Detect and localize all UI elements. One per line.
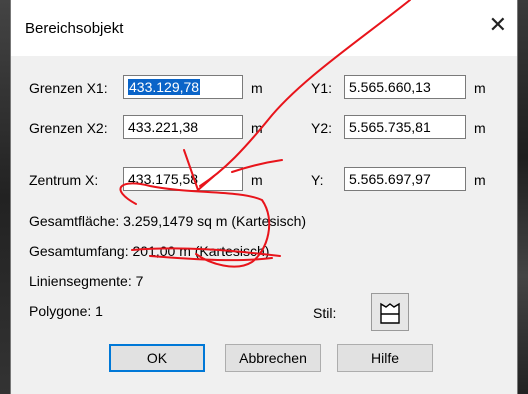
perimeter-line: Gesamtumfang: 201,00 m (Kartesisch) [29,243,269,259]
polygons-label: Polygone: [29,303,92,319]
center-x-input[interactable]: 433.175,58 [123,167,243,191]
center-y-unit: m [474,172,486,188]
region-object-dialog: Bereichsobjekt ✕ Grenzen X1: 433.129,78 … [10,0,518,394]
center-x-label: Zentrum X: [29,172,99,188]
bounds-y1-label: Y1: [311,80,333,96]
bounds-y1-input[interactable]: 5.565.660,13 [344,75,466,99]
bounds-x1-value: 433.129,78 [128,79,201,95]
center-y-input[interactable]: 5.565.697,97 [344,167,466,191]
segments-value: 7 [135,273,144,289]
style-button[interactable] [371,293,409,331]
bounds-x1-unit: m [251,80,263,96]
area-line: Gesamtfläche: 3.259,1479 sq m (Kartesisc… [29,213,306,229]
bounds-y1-value: 5.565.660,13 [349,79,431,95]
center-y-value: 5.565.697,97 [349,171,431,187]
bounds-y2-label: Y2: [311,120,333,136]
bounds-x1-input[interactable]: 433.129,78 [123,75,243,99]
bounds-x2-value: 433.221,38 [128,119,199,135]
bounds-x1-label: Grenzen X1: [29,80,108,96]
close-icon[interactable]: ✕ [489,14,507,36]
title-bar: Bereichsobjekt ✕ [11,0,517,56]
help-button[interactable]: Hilfe [337,344,433,372]
dialog-title: Bereichsobjekt [25,20,124,37]
cancel-button[interactable]: Abbrechen [225,344,321,372]
bounds-x2-input[interactable]: 433.221,38 [123,115,243,139]
style-label: Stil: [313,305,337,321]
area-label: Gesamtfläche: [29,213,120,229]
segments-line: Liniensegmente: 7 [29,273,143,289]
center-x-value: 433.175,58 [128,171,199,187]
bounds-y2-unit: m [474,120,486,136]
perimeter-value: 201,00 m (Kartesisch) [132,243,270,259]
center-x-unit: m [251,172,263,188]
center-y-label: Y: [311,172,324,188]
polygons-value: 1 [95,303,103,319]
region-style-icon [380,302,400,324]
bounds-y1-unit: m [474,80,486,96]
bounds-y2-value: 5.565.735,81 [349,119,431,135]
area-value: 3.259,1479 sq m (Kartesisch) [123,213,307,229]
perimeter-label: Gesamtumfang: [29,243,129,259]
bounds-x2-label: Grenzen X2: [29,120,108,136]
background-left [0,0,10,394]
polygons-line: Polygone: 1 [29,303,103,319]
ok-button[interactable]: OK [109,344,205,372]
bounds-y2-input[interactable]: 5.565.735,81 [344,115,466,139]
segments-label: Liniensegmente: [29,273,132,289]
bounds-x2-unit: m [251,120,263,136]
